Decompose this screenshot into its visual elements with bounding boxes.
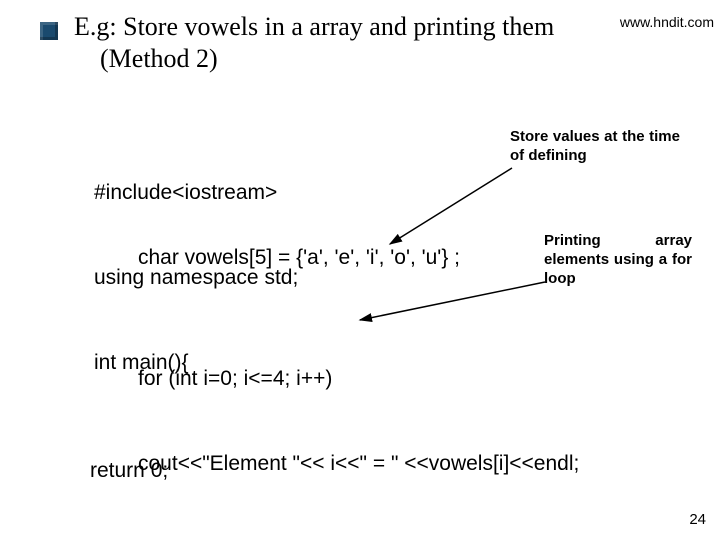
page-number: 24 — [689, 511, 706, 528]
arrow-to-for-loop — [0, 0, 720, 540]
slide: E.g: Store vowels in a array and printin… — [0, 0, 720, 540]
